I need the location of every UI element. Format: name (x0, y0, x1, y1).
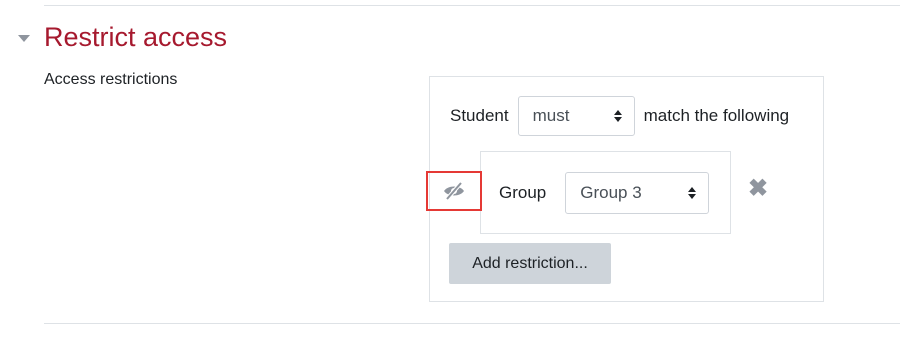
match-the-following-label: match the following (643, 106, 790, 125)
top-divider (44, 5, 900, 6)
group-label: Group (499, 183, 547, 202)
group-condition: Group Group 3 (480, 151, 731, 234)
select-arrows-icon (613, 110, 622, 122)
must-select[interactable]: must (517, 96, 635, 136)
eye-slash-icon (444, 181, 464, 201)
must-select-value: must (532, 106, 570, 125)
caret-down-icon[interactable] (18, 34, 30, 42)
add-restriction-button[interactable]: Add restriction... (449, 243, 611, 284)
group-select-value: Group 3 (580, 183, 642, 202)
section-title[interactable]: Restrict access (44, 22, 227, 53)
group-select[interactable]: Group 3 (565, 172, 710, 214)
restrict-access-page: Restrict access Access restrictions Stud… (0, 0, 900, 343)
bottom-divider (44, 323, 900, 324)
group-condition-row: Group Group 3 (499, 172, 710, 214)
student-label: Student (450, 106, 509, 125)
close-icon[interactable]: ✖ (747, 177, 769, 201)
visibility-toggle-button[interactable] (426, 171, 482, 211)
section-header[interactable]: Restrict access (18, 20, 227, 54)
restriction-container: Student must match the following Group G… (426, 76, 824, 302)
access-restrictions-label: Access restrictions (44, 71, 178, 88)
match-row: Student must match the following (450, 96, 789, 136)
select-arrows-icon (688, 187, 697, 199)
